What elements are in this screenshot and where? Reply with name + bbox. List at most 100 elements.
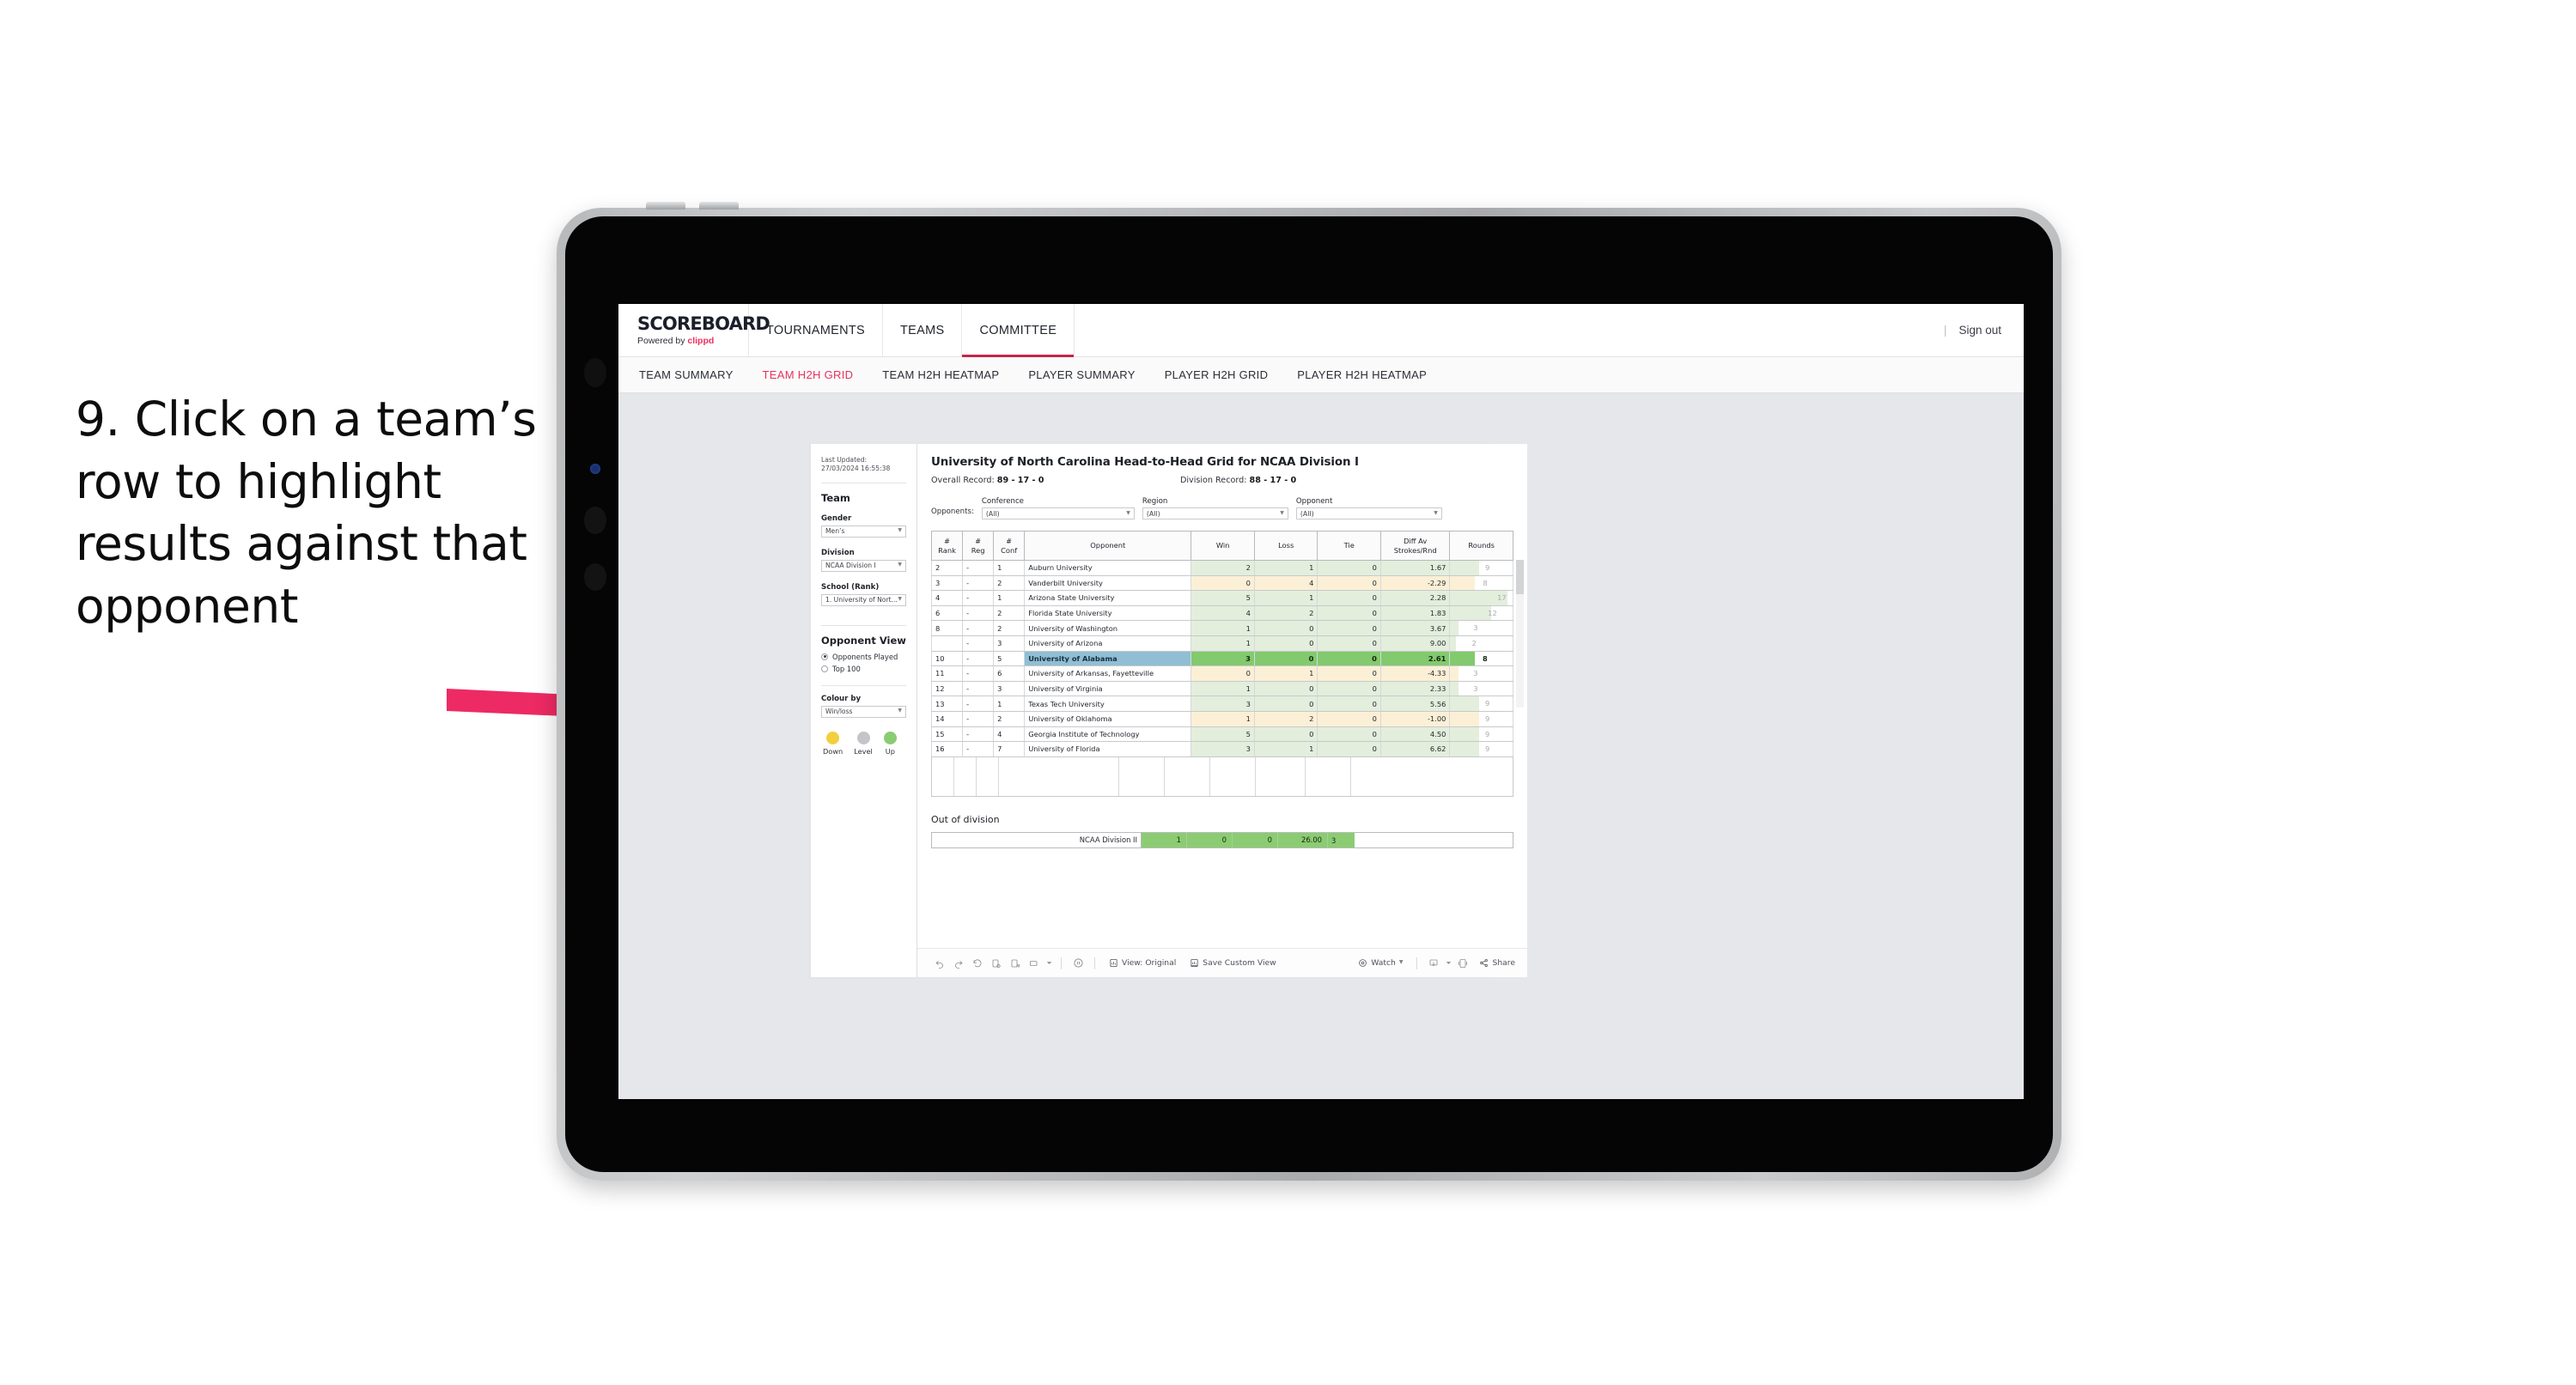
table-row[interactable]: -3 University of Arizona 1 0 0 9.00 2 — [930, 635, 1513, 652]
ambient-sensor-icon — [584, 563, 606, 591]
table-row[interactable]: 11-6 University of Arkansas, Fayetteville… — [930, 665, 1513, 682]
radio-label: Opponents Played — [832, 652, 898, 661]
subnav-team-h2h-heatmap[interactable]: TEAM H2H HEATMAP — [882, 368, 999, 381]
table-row[interactable]: 2-1 Auburn University 2 1 0 1.67 9 — [930, 560, 1513, 576]
fullscreen-icon[interactable] — [1454, 955, 1471, 972]
colour-by-select[interactable]: Win/loss ▼ — [821, 705, 906, 718]
refresh-data-icon[interactable] — [988, 955, 1005, 972]
col-tie[interactable]: Tie — [1317, 531, 1381, 561]
cell-opponent: University of Washington — [1024, 620, 1192, 636]
pause-refresh-icon[interactable] — [1007, 955, 1024, 972]
cell-reg: - — [962, 681, 995, 697]
save-custom-view-label: Save Custom View — [1203, 958, 1276, 968]
subnav-player-h2h-grid[interactable]: PLAYER H2H GRID — [1165, 368, 1269, 381]
radio-top-100[interactable]: Top 100 — [821, 665, 906, 673]
col-conf[interactable]: # Conf — [993, 531, 1026, 561]
grid-empty-space — [931, 756, 1513, 797]
worksheet-area: University of North Carolina Head-to-Hea… — [917, 444, 1527, 977]
rank: Rank — [938, 545, 956, 555]
cell-opponent: Georgia Institute of Technology — [1024, 726, 1192, 743]
table-row[interactable]: 13-1 Texas Tech University 3 0 0 5.56 9 — [930, 696, 1513, 712]
cell-reg: - — [962, 651, 995, 667]
instruction-caption: 9. Click on a team’s row to highlight re… — [76, 392, 537, 634]
gender-label: Gender — [821, 513, 852, 523]
table-row[interactable]: 3-2 Vanderbilt University 0 4 0 -2.29 8 — [930, 575, 1513, 592]
legend-caption: Down — [823, 746, 843, 756]
divider — [821, 684, 906, 686]
col-rank[interactable]: # Rank — [930, 531, 964, 561]
subnav-team-summary[interactable]: TEAM SUMMARY — [639, 368, 734, 381]
cell-win: 5 — [1191, 726, 1255, 743]
cell-conf: 5 — [993, 651, 1026, 667]
watch-button[interactable]: Watch ▼ — [1352, 958, 1409, 968]
conference-filter: Conference (All) ▼ — [981, 497, 1135, 519]
cell-conf: 4 — [993, 726, 1026, 743]
table-row[interactable]: 10-5 University of Alabama 3 0 0 2.61 8 — [930, 651, 1513, 667]
nav-tab-teams[interactable]: TEAMS — [883, 304, 963, 356]
cell-reg: - — [962, 741, 995, 757]
cell-rounds: 9 — [1449, 711, 1513, 727]
subnav-team-h2h-grid[interactable]: TEAM H2H GRID — [763, 368, 854, 381]
col-rounds[interactable]: Rounds — [1449, 531, 1513, 561]
clippd-name: clippd — [687, 335, 715, 346]
volume-down-button[interactable] — [699, 202, 739, 210]
gender-value: Men’s — [825, 527, 845, 535]
chevron-down-icon: ▼ — [1434, 509, 1438, 516]
blank-cell — [1165, 756, 1210, 796]
table-row[interactable]: 12-3 University of Virginia 1 0 0 2.33 3 — [930, 681, 1513, 697]
tablet-screen: SCOREBOARD Powered by clippd TOURNAMENTS… — [565, 216, 2053, 1172]
conference-label: Conference — [981, 497, 1024, 506]
nav-tab-tournaments[interactable]: TOURNAMENTS — [749, 304, 884, 356]
scrollbar-thumb[interactable] — [1516, 560, 1524, 594]
gender-select[interactable]: Men’s ▼ — [821, 525, 906, 538]
table-row[interactable]: 14-2 University of Oklahoma 1 2 0 -1.00 9 — [930, 711, 1513, 727]
nav-tab-committee[interactable]: COMMITTEE — [962, 304, 1075, 357]
opponents-label: Opponents: — [931, 507, 974, 516]
chevron-down-icon[interactable] — [1444, 955, 1452, 972]
cell-win: 0 — [1191, 665, 1255, 682]
brand-logo[interactable]: SCOREBOARD Powered by clippd — [618, 304, 770, 356]
sign-out-link[interactable]: Sign out — [1958, 324, 2001, 337]
legend-caption: Level — [854, 746, 873, 756]
col-opponent[interactable]: Opponent — [1024, 531, 1192, 561]
col-diff-av-strokes[interactable]: Diff Av Strokes/Rnd — [1379, 531, 1451, 561]
division-select[interactable]: NCAA Division I ▼ — [821, 559, 906, 572]
school-select[interactable]: 1. University of Nort... ▼ — [821, 593, 906, 606]
redo-icon[interactable] — [950, 955, 967, 972]
region-select[interactable]: (All) ▼ — [1142, 507, 1288, 519]
status-led-icon — [590, 464, 600, 474]
pause-auto-update-icon[interactable] — [1069, 955, 1087, 972]
cell-rounds: 3 — [1449, 665, 1513, 682]
chevron-down-icon[interactable] — [1044, 955, 1053, 972]
save-custom-view-button[interactable]: Save Custom View — [1184, 958, 1282, 968]
undo-icon[interactable] — [931, 955, 948, 972]
cell-diff: -2.29 — [1379, 575, 1451, 592]
chevron-down-icon: ▼ — [1126, 509, 1130, 516]
download-icon[interactable] — [1425, 955, 1442, 972]
col-reg[interactable]: # Reg — [962, 531, 995, 561]
proximity-sensor-icon — [584, 507, 606, 534]
cell-diff: -1.00 — [1379, 711, 1451, 727]
table-row[interactable]: 4-1 Arizona State University 5 1 0 2.28 17 — [930, 590, 1513, 606]
cell-rank: 13 — [930, 696, 964, 712]
cell-opponent: University of Arkansas, Fayetteville — [1024, 665, 1192, 682]
diff-av: Diff Av — [1404, 537, 1428, 546]
table-row[interactable]: 6-2 Florida State University 4 2 0 1.83 12 — [930, 605, 1513, 622]
subnav-player-summary[interactable]: PLAYER SUMMARY — [1028, 368, 1135, 381]
volume-up-button[interactable] — [646, 202, 685, 210]
col-win[interactable]: Win — [1191, 531, 1255, 561]
grid-vertical-scrollbar[interactable] — [1516, 560, 1524, 708]
share-button[interactable]: Share — [1473, 958, 1527, 968]
radio-opponents-played[interactable]: Opponents Played — [821, 653, 906, 661]
ood-rounds: 3 — [1328, 832, 1373, 847]
revert-icon[interactable] — [969, 955, 986, 972]
device-layout-icon[interactable] — [1026, 955, 1043, 972]
subnav-player-h2h-heatmap[interactable]: PLAYER H2H HEATMAP — [1297, 368, 1427, 381]
opponent-select[interactable]: (All) ▼ — [1295, 507, 1442, 519]
view-original-button[interactable]: View: Original — [1103, 958, 1182, 968]
table-row[interactable]: 16-7 University of Florida 3 1 0 6.62 9 — [930, 741, 1513, 757]
col-loss[interactable]: Loss — [1253, 531, 1318, 561]
conference-select[interactable]: (All) ▼ — [981, 507, 1135, 519]
table-row[interactable]: 8-2 University of Washington 1 0 0 3.67 3 — [930, 620, 1513, 636]
table-row[interactable]: 15-4 Georgia Institute of Technology 5 0 0 4.… — [930, 726, 1513, 743]
